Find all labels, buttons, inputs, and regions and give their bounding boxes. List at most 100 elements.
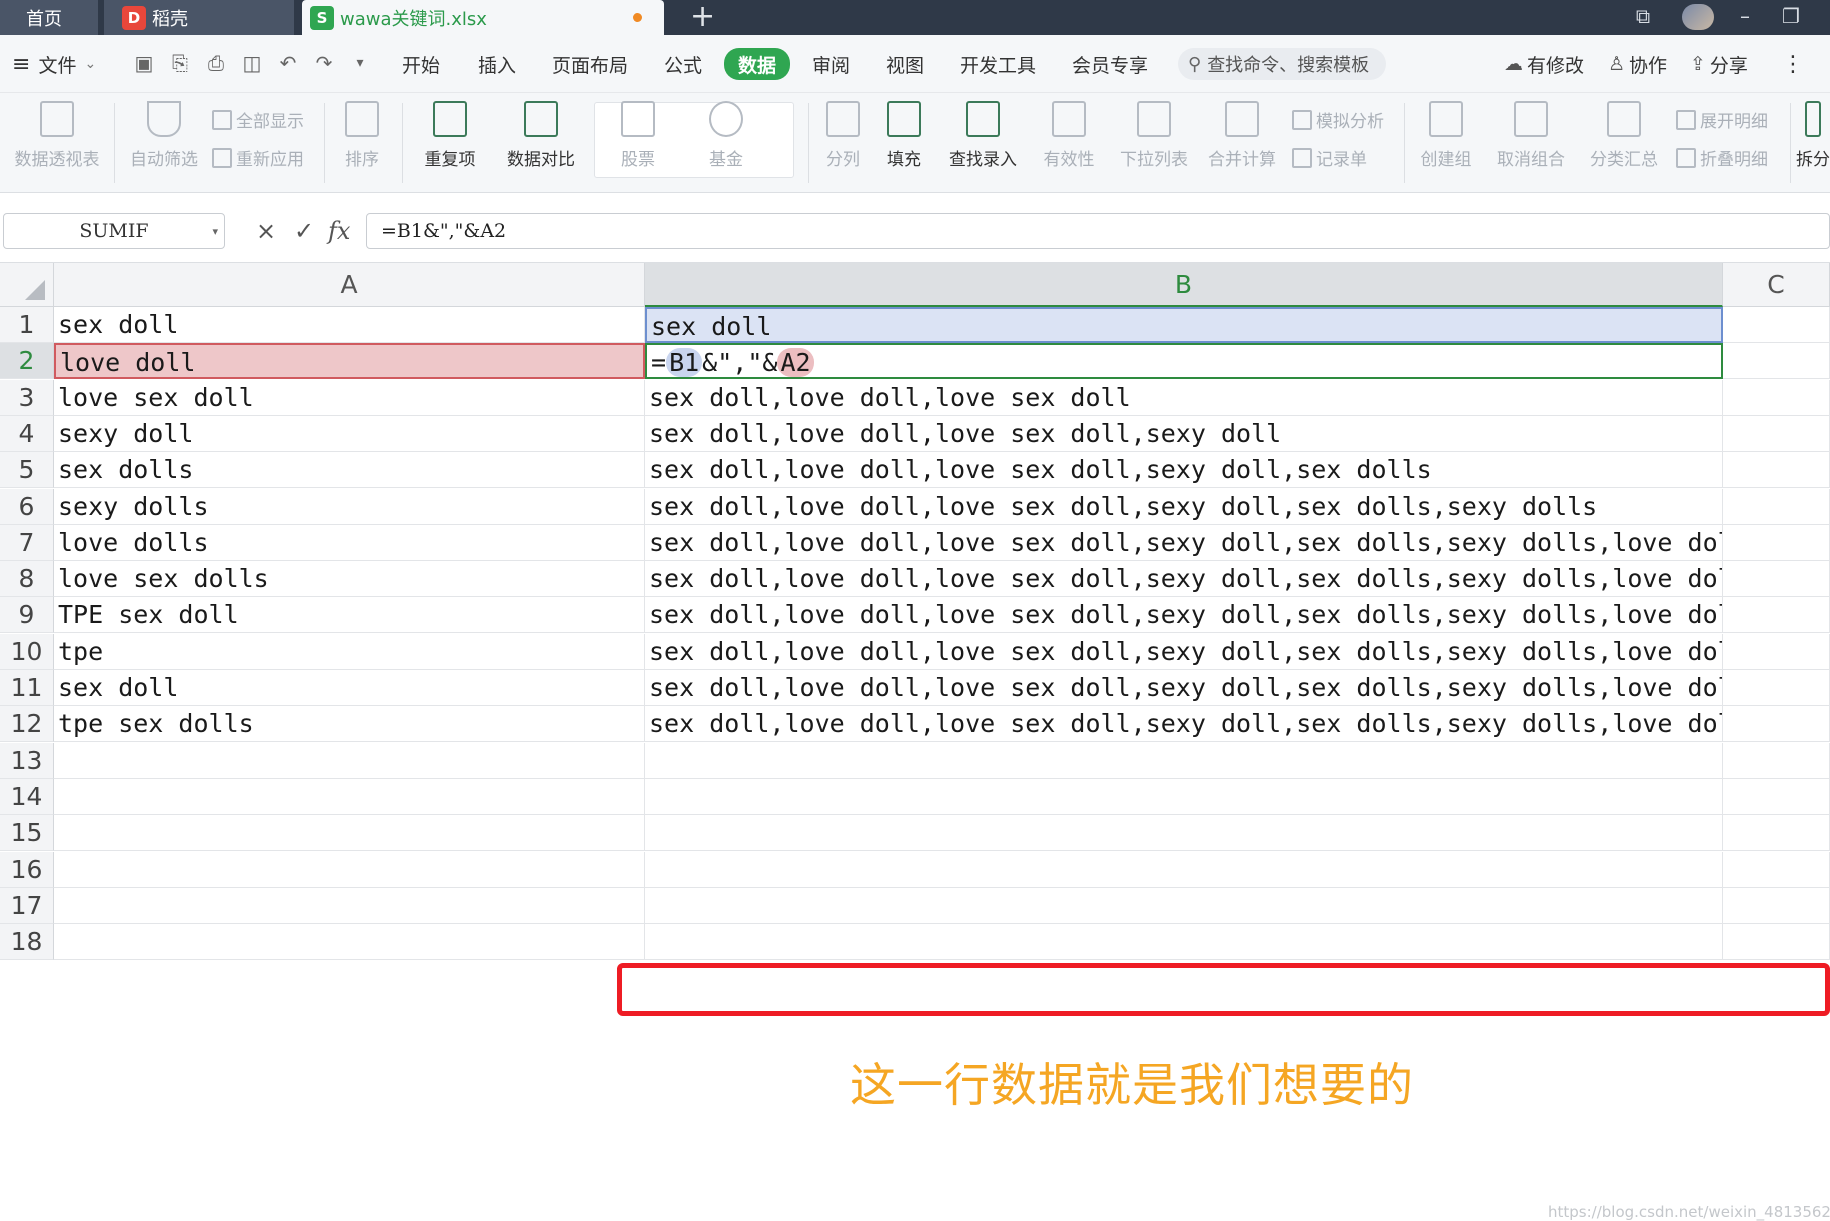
- menu-insert[interactable]: 插入: [478, 35, 516, 93]
- column-header-b[interactable]: B: [645, 263, 1723, 307]
- merge-calc-button[interactable]: 合并计算: [1200, 101, 1284, 170]
- validity-button[interactable]: 有效性: [1034, 101, 1104, 170]
- sort-button[interactable]: 排序: [334, 101, 390, 170]
- function-icon[interactable]: fx: [328, 217, 350, 245]
- file-menu[interactable]: ≡ 文件 ⌄: [12, 35, 96, 93]
- print-icon[interactable]: ⎙: [204, 51, 228, 75]
- cell-b[interactable]: sex doll,love doll,love sex doll,sexy do…: [645, 561, 1723, 597]
- export-icon[interactable]: ⎘: [168, 51, 192, 75]
- cell-a[interactable]: love sex doll: [54, 380, 645, 416]
- cell-a[interactable]: sex doll: [54, 307, 645, 343]
- reapply-button[interactable]: 重新应用: [212, 145, 304, 170]
- avatar[interactable]: [1682, 4, 1714, 30]
- row-header[interactable]: 15: [0, 815, 54, 851]
- fill-button[interactable]: 填充: [876, 101, 932, 170]
- more-options-icon[interactable]: ⋮: [1782, 35, 1804, 93]
- cancel-icon[interactable]: ×: [256, 217, 276, 245]
- split-button[interactable]: 拆分: [1796, 101, 1830, 170]
- cell-b[interactable]: [645, 852, 1723, 888]
- cell-a[interactable]: love doll: [54, 343, 645, 379]
- cell-a[interactable]: [54, 852, 645, 888]
- menu-review[interactable]: 审阅: [812, 35, 850, 93]
- cell-a[interactable]: love sex dolls: [54, 561, 645, 597]
- menu-view[interactable]: 视图: [886, 35, 924, 93]
- window-layout-icon[interactable]: ⧉: [1628, 0, 1658, 35]
- cell-b[interactable]: sex doll,love doll,love sex doll,sexy do…: [645, 525, 1723, 561]
- cell-b[interactable]: sex doll,love doll,love sex doll,sexy do…: [645, 489, 1723, 525]
- menu-page-layout[interactable]: 页面布局: [552, 35, 628, 93]
- pivot-table-button[interactable]: 数据透视表: [6, 101, 108, 170]
- cell-c[interactable]: [1723, 525, 1830, 561]
- formula-input[interactable]: =B1&","&A2: [366, 213, 1830, 249]
- cell-b[interactable]: sex doll,love doll,love sex doll,sexy do…: [645, 452, 1723, 488]
- row-header[interactable]: 14: [0, 779, 54, 815]
- collapse-detail-button[interactable]: 折叠明细: [1676, 145, 1768, 170]
- cell-a[interactable]: tpe: [54, 634, 645, 670]
- cell-a[interactable]: [54, 743, 645, 779]
- create-group-button[interactable]: 创建组: [1414, 101, 1478, 170]
- record-form-button[interactable]: 记录单: [1292, 145, 1367, 170]
- new-tab-button[interactable]: +: [690, 0, 715, 35]
- cell-a[interactable]: sexy dolls: [54, 489, 645, 525]
- cell-c[interactable]: [1723, 924, 1830, 960]
- column-header-c[interactable]: C: [1723, 263, 1830, 307]
- data-compare-button[interactable]: 数据对比: [496, 101, 586, 170]
- tab-home[interactable]: 首页: [0, 0, 98, 35]
- share-button[interactable]: ⇪ 分享: [1690, 35, 1748, 93]
- confirm-icon[interactable]: ✓: [294, 217, 314, 245]
- row-header[interactable]: 12: [0, 706, 54, 742]
- row-header[interactable]: 16: [0, 852, 54, 888]
- row-header[interactable]: 4: [0, 416, 54, 452]
- menu-data[interactable]: 数据: [724, 48, 791, 80]
- row-header[interactable]: 10: [0, 634, 54, 670]
- row-header[interactable]: 2: [0, 343, 54, 379]
- cell-c[interactable]: [1723, 670, 1830, 706]
- cell-c[interactable]: [1723, 815, 1830, 851]
- cell-c[interactable]: [1723, 852, 1830, 888]
- lookup-entry-button[interactable]: 查找录入: [940, 101, 1026, 170]
- tab-daoke[interactable]: D 稻壳: [104, 0, 294, 35]
- save-icon[interactable]: ▣: [132, 51, 156, 75]
- restore-icon[interactable]: ❐: [1776, 0, 1806, 35]
- cell-a[interactable]: TPE sex doll: [54, 597, 645, 633]
- row-header[interactable]: 11: [0, 670, 54, 706]
- cell-a[interactable]: tpe sex dolls: [54, 706, 645, 742]
- cell-c[interactable]: [1723, 307, 1830, 343]
- menu-formula[interactable]: 公式: [664, 35, 702, 93]
- menu-developer[interactable]: 开发工具: [960, 35, 1036, 93]
- expand-detail-button[interactable]: 展开明细: [1676, 107, 1768, 132]
- minimize-icon[interactable]: –: [1730, 0, 1760, 35]
- menu-member[interactable]: 会员专享: [1072, 35, 1148, 93]
- cell-a[interactable]: [54, 924, 645, 960]
- chevron-down-icon[interactable]: ▾: [212, 225, 218, 238]
- autofilter-button[interactable]: 自动筛选: [126, 101, 202, 170]
- cell-b[interactable]: [645, 888, 1723, 924]
- stock-button[interactable]: 股票: [608, 101, 668, 170]
- what-if-analysis-button[interactable]: 模拟分析: [1292, 107, 1384, 132]
- cell-a[interactable]: sex doll: [54, 670, 645, 706]
- duplicates-button[interactable]: 重复项: [414, 101, 486, 170]
- row-header[interactable]: 18: [0, 924, 54, 960]
- name-box[interactable]: SUMIF ▾: [3, 213, 225, 249]
- cell-b[interactable]: [645, 815, 1723, 851]
- print-preview-icon[interactable]: ◫: [240, 51, 264, 75]
- row-header[interactable]: 17: [0, 888, 54, 924]
- show-all-button[interactable]: 全部显示: [212, 107, 304, 132]
- row-header[interactable]: 3: [0, 380, 54, 416]
- cell-b[interactable]: sex doll,love doll,love sex doll,sexy do…: [645, 597, 1723, 633]
- row-header[interactable]: 7: [0, 525, 54, 561]
- redo-icon[interactable]: ↷: [312, 51, 336, 75]
- cell-c[interactable]: [1723, 416, 1830, 452]
- cell-a[interactable]: [54, 779, 645, 815]
- ungroup-button[interactable]: 取消组合: [1486, 101, 1576, 170]
- cell-a[interactable]: sexy doll: [54, 416, 645, 452]
- cell-c[interactable]: [1723, 561, 1830, 597]
- cell-c[interactable]: [1723, 743, 1830, 779]
- row-header[interactable]: 9: [0, 597, 54, 633]
- select-all-corner[interactable]: [0, 263, 54, 307]
- subtotal-button[interactable]: 分类汇总: [1586, 101, 1662, 170]
- cell-a[interactable]: sex dolls: [54, 452, 645, 488]
- row-header[interactable]: 6: [0, 489, 54, 525]
- cell-c[interactable]: [1723, 380, 1830, 416]
- cell-a[interactable]: [54, 815, 645, 851]
